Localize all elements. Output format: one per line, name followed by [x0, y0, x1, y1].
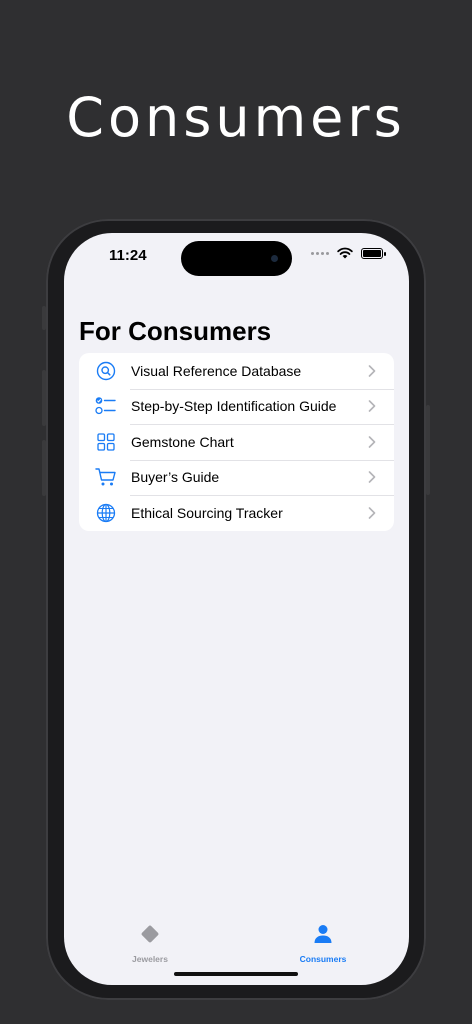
status-bar: 11:24 [64, 233, 409, 283]
menu-item-label: Step-by-Step Identification Guide [131, 398, 337, 415]
chevron-right-icon [362, 471, 382, 484]
chevron-right-icon [362, 435, 382, 448]
menu-item-label: Gemstone Chart [131, 433, 234, 450]
grid-icon [95, 431, 117, 453]
chevron-right-icon [362, 364, 382, 377]
marketing-headline: Consumers [66, 86, 406, 149]
battery-icon [361, 247, 386, 259]
volume-down-button [42, 440, 46, 496]
menu-item-label: Buyer’s Guide [131, 469, 220, 486]
menu-item-label: Ethical Sourcing Tracker [131, 504, 283, 521]
tab-label: Jewelers [132, 954, 168, 964]
tab-bar: Jewelers Consumers [64, 905, 409, 985]
page-title: For Consumers [79, 316, 272, 346]
consumer-menu-list: Visual Reference Database Step-by-Step I… [79, 353, 394, 531]
menu-item-gemstone-chart[interactable]: Gemstone Chart [79, 424, 394, 460]
wifi-icon [337, 247, 353, 259]
chevron-right-icon [362, 506, 382, 519]
checklist-icon [95, 395, 117, 417]
tab-label: Consumers [299, 954, 347, 964]
diamond-icon [141, 925, 159, 943]
camera-icon [271, 255, 278, 262]
dynamic-island [181, 241, 292, 276]
app-screen: 11:24 For Consumers Visual Reference Dat… [64, 233, 409, 985]
status-time: 11:24 [109, 247, 147, 264]
menu-item-label: Visual Reference Database [131, 362, 302, 379]
magnifier-circle-icon [95, 360, 117, 382]
tab-consumers[interactable]: Consumers [283, 923, 363, 964]
menu-item-buyers-guide[interactable]: Buyer’s Guide [79, 459, 394, 496]
globe-icon [95, 502, 117, 524]
chevron-right-icon [362, 400, 382, 413]
tab-jewelers[interactable]: Jewelers [110, 923, 190, 964]
status-icons [311, 247, 386, 259]
menu-item-identification-guide[interactable]: Step-by-Step Identification Guide [79, 388, 394, 425]
home-indicator [174, 972, 298, 976]
volume-up-button [42, 370, 46, 426]
cart-icon [95, 466, 117, 488]
action-button [42, 306, 46, 330]
person-icon [314, 925, 332, 943]
power-button [426, 405, 430, 495]
signal-icon [311, 251, 329, 255]
menu-item-visual-reference[interactable]: Visual Reference Database [79, 353, 394, 389]
menu-item-ethical-sourcing[interactable]: Ethical Sourcing Tracker [79, 495, 394, 531]
